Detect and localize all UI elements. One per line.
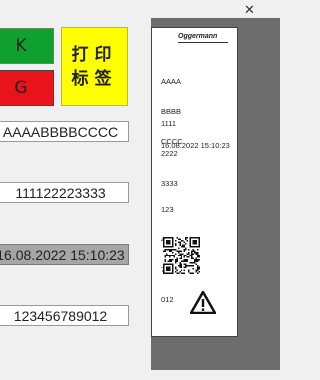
code-field[interactable]: 123456789012 [0, 305, 129, 326]
print-label-button[interactable]: 打印 标签 [61, 27, 128, 106]
qr-code-icon [163, 237, 200, 274]
preview-code-line: 012 [161, 295, 174, 304]
logo-underline [178, 42, 228, 43]
text-field[interactable]: AAAABBBBCCCC [0, 121, 129, 142]
red-button-label: G [14, 78, 30, 98]
green-button-label: K [15, 36, 29, 56]
close-icon[interactable]: ✕ [244, 2, 255, 18]
print-label-line1: 打印 [71, 44, 118, 65]
preview-text-line: AAAA [161, 77, 182, 86]
number-field[interactable]: 111122223333 [0, 182, 129, 203]
green-k-button[interactable]: K [0, 28, 54, 64]
print-label-line2: 标签 [71, 68, 118, 89]
warning-icon [190, 291, 216, 314]
datetime-field[interactable]: 16.08.2022 15:10:23 [0, 244, 129, 265]
preview-number-line: 1111 [161, 119, 177, 128]
brand-logo: Oggermann [178, 33, 218, 40]
red-g-button[interactable]: G [0, 70, 54, 106]
preview-code-line: 123 [161, 205, 174, 214]
label-preview: Oggermann AAAA BBBB CCCC 1111 2222 3333 … [151, 27, 238, 337]
preview-datetime: 16.08.2022 15:10:23 [161, 141, 230, 150]
